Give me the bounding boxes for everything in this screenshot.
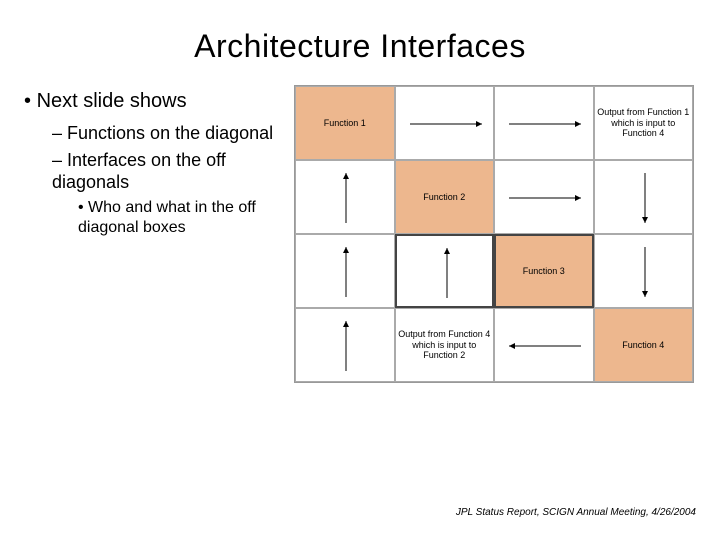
arrow-right-icon	[495, 87, 593, 159]
matrix-cell-f4: Function 4	[594, 308, 694, 382]
matrix-cell	[494, 308, 594, 382]
slide-footer: JPL Status Report, SCIGN Annual Meeting,…	[456, 507, 696, 518]
arrow-up-icon	[397, 236, 493, 306]
arrow-right-icon	[495, 161, 593, 233]
matrix-cell-f2: Function 2	[395, 160, 495, 234]
arrow-down-icon	[595, 235, 693, 307]
bullet-level3: Who and what in the off diagonal boxes	[78, 198, 294, 238]
matrix-cell	[295, 160, 395, 234]
arrow-up-icon	[296, 235, 394, 307]
bullet-level2: Functions on the diagonal	[52, 122, 294, 145]
arrow-up-icon	[296, 161, 394, 233]
arrow-down-icon	[595, 161, 693, 233]
bullet-list: Next slide shows Functions on the diagon…	[24, 83, 294, 383]
arrow-up-icon	[296, 309, 394, 381]
arrow-right-icon	[396, 87, 494, 159]
bullet-level1: Next slide shows	[24, 89, 294, 114]
interface-matrix: Function 1 Output from Function 1 which …	[294, 85, 694, 383]
content-row: Next slide shows Functions on the diagon…	[0, 83, 720, 383]
matrix-cell	[395, 234, 495, 308]
matrix-cell	[594, 160, 694, 234]
matrix-cell	[295, 308, 395, 382]
matrix-cell	[494, 86, 594, 160]
slide-title: Architecture Interfaces	[0, 0, 720, 83]
arrow-left-icon	[495, 309, 593, 381]
matrix-cell-out14: Output from Function 1 which is input to…	[594, 86, 694, 160]
matrix-cell-out42: Output from Function 4 which is input to…	[395, 308, 495, 382]
bullet-level2: Interfaces on the off diagonals	[52, 149, 294, 194]
matrix-cell	[494, 160, 594, 234]
matrix-cell-f1: Function 1	[295, 86, 395, 160]
matrix-cell	[395, 86, 495, 160]
matrix-cell-f3: Function 3	[494, 234, 594, 308]
matrix-cell	[594, 234, 694, 308]
matrix-cell	[295, 234, 395, 308]
